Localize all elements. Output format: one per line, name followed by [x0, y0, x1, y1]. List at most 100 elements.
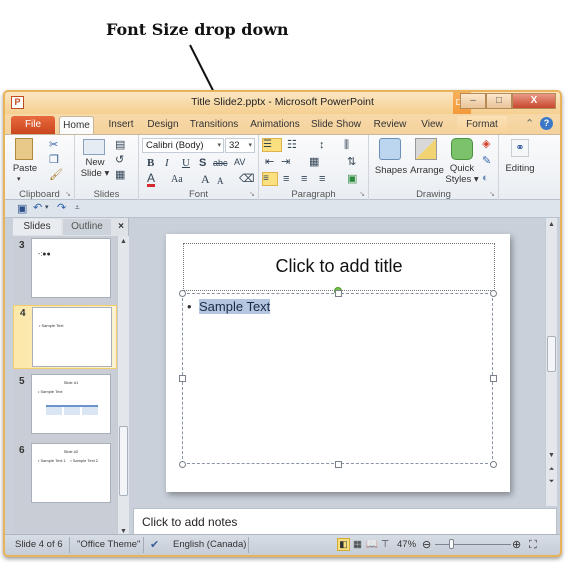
- strikethrough-button[interactable]: abc: [213, 157, 228, 169]
- quick-styles-line2[interactable]: Styles ▾: [443, 174, 481, 185]
- minimize-button[interactable]: –: [460, 93, 486, 109]
- arrange-button[interactable]: Arrange: [409, 165, 445, 176]
- undo-dropdown-icon[interactable]: ▾: [45, 202, 49, 214]
- shape-effects-icon[interactable]: ◐: [482, 172, 489, 184]
- tab-insert[interactable]: Insert: [103, 116, 139, 134]
- language-indicator[interactable]: English (Canada): [173, 538, 246, 552]
- numbering-button[interactable]: ☷: [287, 139, 297, 151]
- columns-layout-button[interactable]: ▦: [309, 156, 319, 168]
- paragraph-launcher-icon[interactable]: ↘: [359, 190, 365, 198]
- normal-view-icon[interactable]: ◧: [337, 538, 350, 551]
- scroll-down-icon[interactable]: ▼: [546, 452, 557, 459]
- slide-show-icon[interactable]: ⊤: [381, 538, 389, 552]
- align-left-button[interactable]: ≡: [262, 172, 278, 186]
- paste-icon[interactable]: [15, 138, 33, 160]
- close-button[interactable]: X: [512, 93, 556, 109]
- next-slide-icon[interactable]: ⏷: [546, 478, 557, 486]
- layout-icon[interactable]: ▤: [115, 139, 125, 151]
- theme-name[interactable]: "Office Theme": [77, 538, 140, 552]
- resize-handle[interactable]: [490, 461, 497, 468]
- help-icon[interactable]: ?: [540, 117, 553, 130]
- maximize-button[interactable]: □: [486, 93, 512, 109]
- font-launcher-icon[interactable]: ↘: [249, 190, 255, 198]
- scrollbar-thumb[interactable]: [119, 426, 128, 496]
- tab-slides[interactable]: Slides: [13, 219, 61, 235]
- character-spacing-button[interactable]: AV: [234, 156, 245, 168]
- drawing-launcher-icon[interactable]: ↘: [489, 190, 495, 198]
- content-placeholder[interactable]: • Sample Text: [182, 293, 493, 464]
- undo-icon[interactable]: ↶: [33, 202, 42, 214]
- reading-view-icon[interactable]: 📖: [366, 538, 378, 552]
- resize-handle[interactable]: [179, 461, 186, 468]
- thumbnail-slide-6[interactable]: 6 Slide #2 • Sample Text 1 • Sample Text…: [13, 443, 117, 507]
- resize-handle[interactable]: [490, 375, 497, 382]
- close-pane-icon[interactable]: ×: [113, 219, 129, 235]
- increase-indent-button[interactable]: ⇥: [281, 156, 290, 168]
- section-icon[interactable]: ▦: [115, 169, 125, 181]
- justify-button[interactable]: ≡: [319, 173, 325, 185]
- resize-handle[interactable]: [179, 375, 186, 382]
- tab-file[interactable]: File: [11, 116, 55, 134]
- thumbnails-scrollbar[interactable]: ▲ ▼: [117, 236, 129, 540]
- align-right-button[interactable]: ≡: [301, 173, 307, 185]
- columns-button[interactable]: ⫼: [344, 139, 349, 151]
- bullets-button[interactable]: ☰: [262, 138, 282, 152]
- notes-pane[interactable]: Click to add notes: [133, 508, 557, 536]
- underline-button[interactable]: U: [182, 157, 190, 169]
- shadow-button[interactable]: S: [199, 157, 206, 169]
- zoom-slider-track[interactable]: [435, 544, 511, 545]
- bold-button[interactable]: B: [147, 157, 154, 169]
- quick-styles-icon[interactable]: [451, 138, 473, 160]
- clear-formatting-icon[interactable]: ⌫: [239, 173, 255, 185]
- text-direction-button[interactable]: ⇅: [347, 156, 356, 168]
- resize-handle[interactable]: [335, 461, 342, 468]
- customize-qat-icon[interactable]: ⩡: [75, 202, 80, 214]
- tab-view[interactable]: View: [417, 116, 447, 134]
- title-placeholder[interactable]: Click to add title: [183, 243, 495, 291]
- tab-transitions[interactable]: Transitions: [189, 116, 239, 134]
- font-name-dropdown[interactable]: Calibri (Body) ▾: [142, 138, 224, 153]
- new-slide-icon[interactable]: [83, 139, 105, 155]
- find-binoculars-icon[interactable]: ⚭: [511, 139, 529, 157]
- cut-icon[interactable]: ✂: [49, 139, 58, 151]
- tab-home[interactable]: Home: [59, 116, 94, 134]
- save-icon[interactable]: ▣: [17, 203, 27, 215]
- arrange-icon[interactable]: [415, 138, 437, 160]
- zoom-slider-thumb[interactable]: [448, 539, 454, 549]
- new-slide-label-line2[interactable]: Slide ▾: [77, 168, 113, 179]
- grow-font-button[interactable]: A: [201, 173, 210, 185]
- fit-to-window-icon[interactable]: ⛶: [529, 538, 537, 552]
- zoom-out-icon[interactable]: ⊖: [422, 538, 431, 552]
- tab-slide-show[interactable]: Slide Show: [309, 116, 363, 134]
- slide-scrollbar[interactable]: ▲ ▼ ⏶ ⏷: [545, 218, 557, 506]
- resize-handle[interactable]: [490, 290, 497, 297]
- thumbnail-slide-3[interactable]: 3 -:●●: [13, 238, 117, 302]
- thumbnail-slide-5[interactable]: 5 Slide #1 • Sample Text: [13, 374, 117, 438]
- italic-button[interactable]: I: [165, 157, 169, 169]
- smartart-button[interactable]: ▣: [347, 173, 357, 185]
- thumbnail-slide-4[interactable]: 4 • Sample Text: [13, 305, 117, 369]
- font-size-dropdown[interactable]: 32 ▾: [225, 138, 255, 153]
- tab-format[interactable]: Format: [457, 116, 507, 134]
- shrink-font-button[interactable]: A: [217, 175, 224, 187]
- align-center-button[interactable]: ≡: [283, 173, 289, 185]
- scroll-up-icon[interactable]: ▲: [546, 221, 557, 228]
- shape-outline-icon[interactable]: ✎: [482, 155, 491, 167]
- spell-check-icon[interactable]: ✔: [150, 538, 159, 552]
- shape-fill-icon[interactable]: ◈: [482, 138, 490, 150]
- scrollbar-thumb[interactable]: [547, 336, 556, 372]
- zoom-in-icon[interactable]: ⊕: [512, 538, 521, 552]
- shapes-button[interactable]: Shapes: [371, 165, 411, 176]
- tab-animations[interactable]: Animations: [249, 116, 301, 134]
- scroll-up-icon[interactable]: ▲: [118, 238, 129, 245]
- tab-outline[interactable]: Outline: [63, 219, 111, 235]
- line-spacing-button[interactable]: ↕: [319, 139, 325, 151]
- change-case-button[interactable]: Aa: [171, 174, 183, 186]
- paste-button[interactable]: Paste: [9, 163, 41, 174]
- new-slide-label-line1[interactable]: New: [79, 157, 111, 168]
- tab-review[interactable]: Review: [371, 116, 409, 134]
- minimize-ribbon-icon[interactable]: ⌃: [525, 117, 534, 130]
- clipboard-launcher-icon[interactable]: ↘: [65, 190, 71, 198]
- format-painter-icon[interactable]: 🖌: [49, 169, 63, 181]
- decrease-indent-button[interactable]: ⇤: [265, 156, 274, 168]
